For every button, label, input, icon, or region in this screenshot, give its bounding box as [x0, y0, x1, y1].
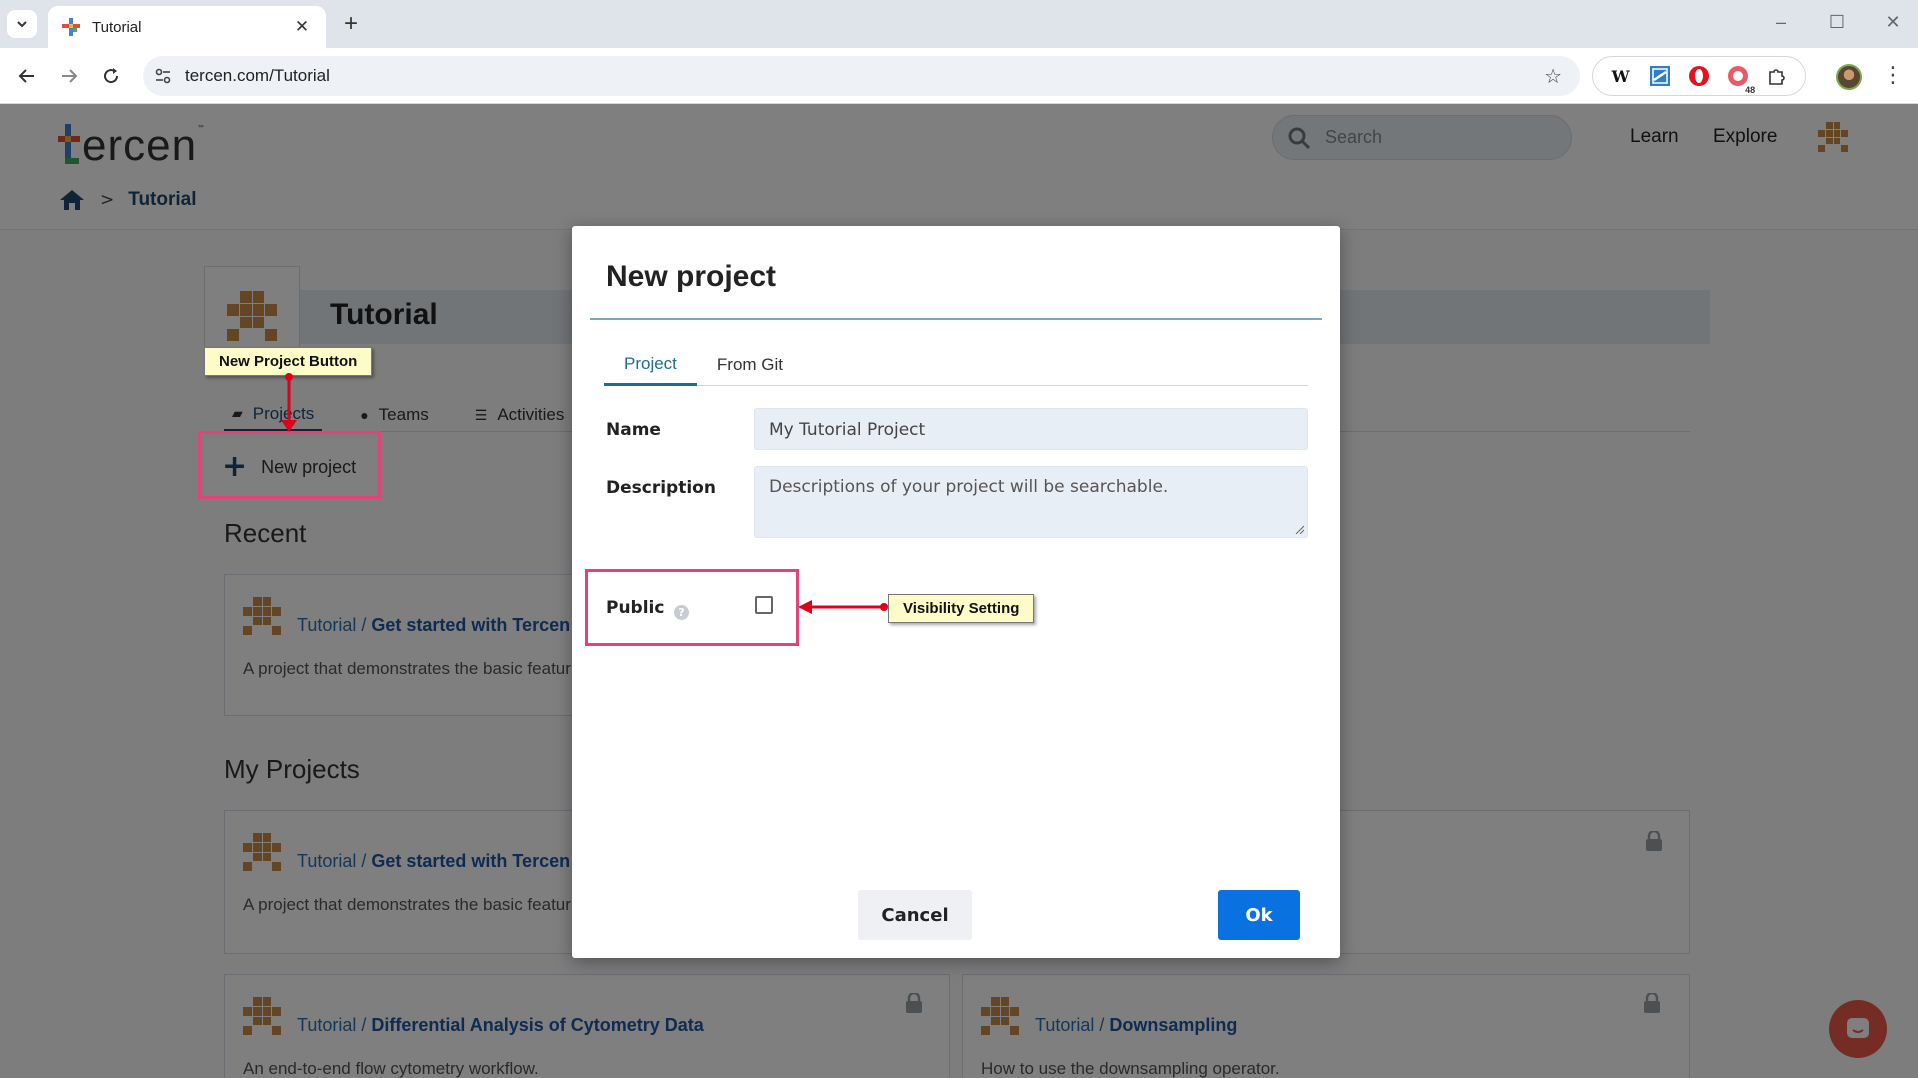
visibility-arrow-icon	[798, 600, 888, 614]
browser-tabstrip: Tutorial ✕ + – ☐ ✕	[0, 0, 1918, 48]
extensions-bar: W 48	[1592, 56, 1806, 96]
description-label: Description	[606, 478, 716, 498]
project-description-textarea[interactable]: Descriptions of your project will be sea…	[754, 466, 1308, 538]
tercen-favicon-icon	[62, 18, 80, 36]
speedtest-extension-icon[interactable]: 48	[1726, 64, 1757, 95]
forward-button[interactable]	[54, 62, 84, 90]
browser-toolbar: tercen.com/Tutorial ☆ W 48 ⋮	[0, 48, 1918, 104]
visibility-highlight-box	[585, 569, 799, 646]
opera-extension-icon[interactable]	[1687, 64, 1711, 88]
new-project-arrow-icon	[281, 373, 297, 432]
dialog-divider	[590, 318, 1322, 320]
reload-icon	[104, 68, 119, 84]
dialog-title: New project	[606, 260, 777, 293]
wikipedia-extension-icon[interactable]: W	[1609, 64, 1633, 88]
screenshot-extension-icon[interactable]	[1648, 64, 1672, 88]
reload-button[interactable]	[96, 62, 126, 90]
cancel-button[interactable]: Cancel	[858, 890, 972, 940]
minimize-window-button[interactable]: –	[1766, 12, 1796, 33]
puzzle-extensions-icon[interactable]	[1765, 64, 1789, 88]
profile-avatar[interactable]	[1836, 64, 1862, 90]
address-bar[interactable]: tercen.com/Tutorial ☆	[143, 56, 1580, 96]
back-button[interactable]	[12, 62, 42, 90]
browser-tab-active[interactable]: Tutorial ✕	[48, 6, 326, 48]
visibility-callout: Visibility Setting	[888, 594, 1035, 623]
tab-close-icon[interactable]: ✕	[292, 17, 312, 37]
tab-title: Tutorial	[92, 18, 142, 36]
extension-badge: 48	[1744, 85, 1757, 95]
ok-button[interactable]: Ok	[1218, 890, 1300, 940]
arrow-right-icon	[62, 69, 78, 83]
bookmark-star-icon[interactable]: ☆	[1544, 64, 1562, 88]
tab-from-git[interactable]: From Git	[697, 344, 803, 386]
site-info-icon[interactable]	[143, 67, 183, 85]
browser-menu-icon[interactable]: ⋮	[1882, 62, 1904, 90]
tab-search-button[interactable]	[7, 10, 37, 38]
description-placeholder: Descriptions of your project will be sea…	[769, 477, 1169, 497]
new-tab-button[interactable]: +	[338, 10, 364, 38]
arrow-left-icon	[18, 69, 34, 83]
project-name-input[interactable]: My Tutorial Project	[754, 408, 1308, 450]
close-window-button[interactable]: ✕	[1878, 12, 1908, 33]
maximize-window-button[interactable]: ☐	[1822, 12, 1852, 33]
chevron-down-icon	[17, 21, 27, 28]
new-project-highlight-box	[198, 431, 381, 499]
name-label: Name	[606, 420, 661, 440]
dialog-tabs: Project From Git	[604, 344, 1308, 386]
resize-grip-icon[interactable]	[1294, 524, 1304, 534]
tab-project[interactable]: Project	[604, 344, 697, 386]
url-text[interactable]: tercen.com/Tutorial	[185, 66, 1544, 86]
